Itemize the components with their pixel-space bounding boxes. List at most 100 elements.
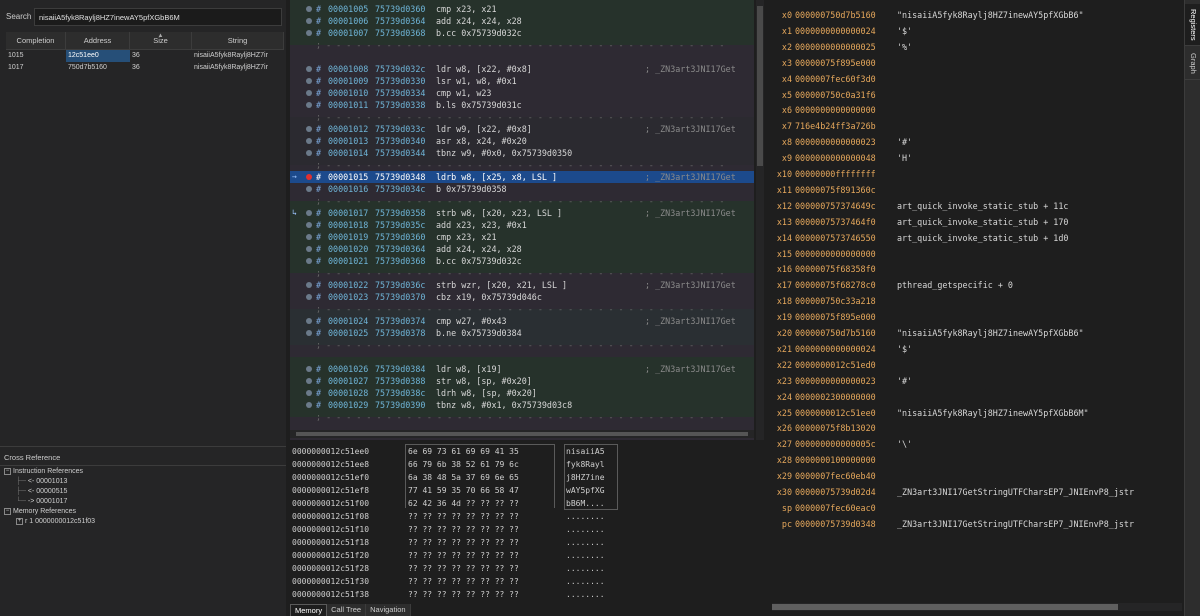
register-row[interactable]: pc 00000075739d0348 _ZN3art3JNI17GetString…: [764, 516, 1182, 532]
register-value[interactable]: 00000075f68358f0: [795, 261, 876, 277]
memory-row[interactable]: 0000000012c51f28 ?? ?? ?? ?? ?? ?? ?? ??.…: [290, 563, 762, 575]
register-value[interactable]: 000000750d7b5160: [795, 7, 876, 23]
column-header-size[interactable]: ▲ Size: [130, 32, 192, 49]
register-value[interactable]: 0000000000000000: [795, 246, 876, 262]
gutter-dot-icon[interactable]: [306, 282, 312, 288]
memory-row[interactable]: 0000000012c51f08 ?? ?? ?? ?? ?? ?? ?? ??.…: [290, 511, 762, 523]
gutter-dot-icon[interactable]: [306, 234, 312, 240]
gutter-dot-icon[interactable]: [306, 18, 312, 24]
instruction-row[interactable]: ↳ #00001017 75739d0358 strb w8, [x20, x23, …: [290, 207, 754, 219]
register-row[interactable]: x15 0000000000000000: [764, 246, 1182, 262]
register-value[interactable]: 000000750c0a31f6: [795, 87, 876, 103]
register-value[interactable]: 000000757374649c: [795, 198, 876, 214]
gutter-dot-icon[interactable]: [306, 78, 312, 84]
gutter-dot-icon[interactable]: [306, 390, 312, 396]
gutter-dot-icon[interactable]: [306, 246, 312, 252]
register-row[interactable]: x3 00000075f895e000: [764, 55, 1182, 71]
register-value[interactable]: 0000000000000024: [795, 23, 876, 39]
register-value[interactable]: 00000075737464f0: [795, 214, 876, 230]
register-row[interactable]: x0 000000750d7b5160 "nisaiiA5fyk8Raylj8HZ7…: [764, 7, 1182, 23]
instruction-row[interactable]: #00001011 75739d0338 b.ls 0x75739d031c: [290, 99, 754, 111]
instruction-row[interactable]: #00001012 75739d033c ldr w9, [x22, #0x8] ; …: [290, 123, 754, 135]
tab-navigation[interactable]: Navigation: [366, 604, 411, 616]
register-row[interactable]: x17 00000075f68278c0 pthread_getspecific +…: [764, 277, 1182, 293]
instruction-row[interactable]: #00001019 75739d0360 cmp x23, x21: [290, 231, 754, 243]
scrollbar-thumb[interactable]: [296, 432, 748, 436]
register-row[interactable]: x25 0000000012c51ee0 "nisaiiA5fyk8Raylj8HZ…: [764, 405, 1182, 421]
gutter-dot-icon[interactable]: [306, 66, 312, 72]
gutter-dot-icon[interactable]: [306, 210, 312, 216]
scrollbar-thumb[interactable]: [757, 6, 763, 166]
register-value[interactable]: 00000075f891360c: [795, 182, 876, 198]
instruction-row[interactable]: #00001021 75739d0368 b.cc 0x75739d032c: [290, 255, 754, 267]
scrollbar-thumb[interactable]: [772, 604, 1118, 610]
register-value[interactable]: 00000075f8b13020: [795, 420, 876, 436]
gutter-dot-icon[interactable]: [306, 150, 312, 156]
gutter-dot-icon[interactable]: [306, 222, 312, 228]
registers-horizontal-scrollbar[interactable]: [772, 603, 1182, 611]
register-value[interactable]: 0000000012c51ed0: [795, 357, 876, 373]
gutter-dot-icon[interactable]: [306, 330, 312, 336]
register-row[interactable]: x26 00000075f8b13020: [764, 420, 1182, 436]
register-value[interactable]: 0000007fec60eac0: [795, 500, 876, 516]
instruction-row[interactable]: #00001005 75739d0360 cmp x23, x21: [290, 3, 754, 15]
instruction-row[interactable]: #00001007 75739d0368 b.cc 0x75739d032c: [290, 27, 754, 39]
memory-row[interactable]: 0000000012c51f10 ?? ?? ?? ?? ?? ?? ?? ??.…: [290, 524, 762, 536]
register-row[interactable]: x18 000000750c33a218: [764, 293, 1182, 309]
register-row[interactable]: x7 716e4b24ff3a726b: [764, 118, 1182, 134]
tree-node-instruction-references[interactable]: − Instruction References: [4, 467, 83, 477]
register-row[interactable]: x10 00000000ffffffff: [764, 166, 1182, 182]
register-row[interactable]: x14 0000007573746550 art_quick_invoke_stat…: [764, 230, 1182, 246]
register-row[interactable]: x29 0000007fec60eb40: [764, 468, 1182, 484]
register-value[interactable]: 0000007fec60f3d0: [795, 71, 876, 87]
register-value[interactable]: 0000002300000000: [795, 389, 876, 405]
instruction-row[interactable]: #00001029 75739d0390 tbnz w8, #0x1, 0x7573…: [290, 399, 754, 411]
instruction-row[interactable]: #00001008 75739d032c ldr w8, [x22, #0x8] ; …: [290, 63, 754, 75]
memory-row[interactable]: 0000000012c51f30 ?? ?? ?? ?? ?? ?? ?? ??.…: [290, 576, 762, 588]
register-value[interactable]: 0000000100000000: [795, 452, 876, 468]
gutter-dot-icon[interactable]: [306, 102, 312, 108]
instruction-row[interactable]: #00001010 75739d0334 cmp w1, w23: [290, 87, 754, 99]
register-row[interactable]: x23 0000000000000023 '#': [764, 373, 1182, 389]
tree-node-memory-references[interactable]: − Memory References: [4, 507, 76, 517]
instruction-row[interactable]: #00001028 75739d038c ldrh w8, [sp, #0x20]: [290, 387, 754, 399]
gutter-dot-icon[interactable]: [306, 138, 312, 144]
register-value[interactable]: 000000000000005c: [795, 436, 876, 452]
search-input[interactable]: [34, 8, 282, 26]
registers-view[interactable]: x0 000000750d7b5160 "nisaiiA5fyk8Raylj8HZ7…: [764, 0, 1184, 616]
register-row[interactable]: x12 000000757374649c art_quick_invoke_stat…: [764, 198, 1182, 214]
disassembly-horizontal-scrollbar[interactable]: [290, 430, 754, 438]
register-value[interactable]: 0000000000000024: [795, 341, 876, 357]
instruction-row[interactable]: #00001025 75739d0378 b.ne 0x75739d0384: [290, 327, 754, 339]
column-header-address[interactable]: Address: [66, 32, 130, 49]
register-row[interactable]: x13 00000075737464f0 art_quick_invoke_stat…: [764, 214, 1182, 230]
collapse-icon[interactable]: −: [4, 467, 11, 475]
register-row[interactable]: x27 000000000000005c '\': [764, 436, 1182, 452]
register-row[interactable]: x19 00000075f895e000: [764, 309, 1182, 325]
register-row[interactable]: x9 0000000000000048 'H': [764, 150, 1182, 166]
instruction-row[interactable]: #00001013 75739d0340 asr x8, x24, #0x20: [290, 135, 754, 147]
column-header-string[interactable]: String: [192, 32, 284, 49]
register-value[interactable]: 0000000000000025: [795, 39, 876, 55]
tree-item[interactable]: + r 1 0000000012c51f03: [16, 517, 95, 527]
disassembly-view[interactable]: #00001005 75739d0360 cmp x23, x21 #00001006…: [290, 0, 754, 440]
table-row[interactable]: 1017 750d7b5160 36 nisaiiA5fyk8Raylj8HZ7…: [6, 62, 284, 74]
disassembly-vertical-scrollbar[interactable]: [756, 0, 764, 440]
tab-memory[interactable]: Memory: [290, 604, 328, 616]
register-row[interactable]: x11 00000075f891360c: [764, 182, 1182, 198]
tab-registers[interactable]: Registers: [1185, 4, 1200, 46]
gutter-dot-icon[interactable]: [306, 126, 312, 132]
expand-icon[interactable]: +: [16, 517, 23, 525]
instruction-row[interactable]: #00001009 75739d0330 lsr w1, w8, #0x1: [290, 75, 754, 87]
register-row[interactable]: x2 0000000000000025 '%': [764, 39, 1182, 55]
instruction-row[interactable]: #00001026 75739d0384 ldr w8, [x19] ; _ZN3ar…: [290, 363, 754, 375]
memory-row[interactable]: 0000000012c51f20 ?? ?? ?? ?? ?? ?? ?? ??.…: [290, 550, 762, 562]
memory-row[interactable]: 0000000012c51f18 ?? ?? ?? ?? ?? ?? ?? ??.…: [290, 537, 762, 549]
register-value[interactable]: 0000000000000023: [795, 134, 876, 150]
tree-item[interactable]: ├─ <- 00001013: [16, 477, 67, 487]
instruction-row[interactable]: #00001020 75739d0364 add x24, x24, x28: [290, 243, 754, 255]
register-value[interactable]: 716e4b24ff3a726b: [795, 118, 876, 134]
register-row[interactable]: sp 0000007fec60eac0: [764, 500, 1182, 516]
gutter-dot-icon[interactable]: [306, 318, 312, 324]
column-header-completion[interactable]: Completion: [6, 32, 66, 49]
